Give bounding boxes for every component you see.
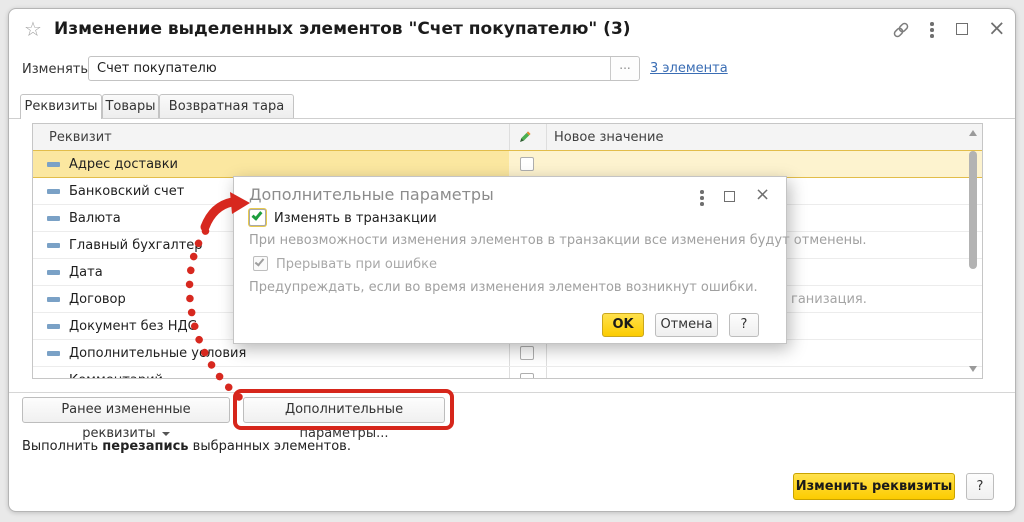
scroll-down-icon[interactable] xyxy=(969,366,977,372)
transaction-checkbox-label[interactable]: Изменять в транзакции xyxy=(274,211,437,226)
attribute-icon xyxy=(47,216,60,221)
favorite-star-icon[interactable]: ☆ xyxy=(24,17,42,41)
dialog-close-icon[interactable]: × xyxy=(755,186,770,204)
dialog-help-button[interactable]: ? xyxy=(729,313,759,337)
vertical-scrollbar[interactable] xyxy=(967,125,979,377)
attribute-icon xyxy=(47,189,60,194)
attribute-name: Банковский счет xyxy=(69,184,184,199)
attribute-icon xyxy=(47,324,60,329)
attribute-icon xyxy=(47,162,60,167)
maximize-icon[interactable] xyxy=(956,23,968,35)
table-row[interactable]: Комментарий xyxy=(33,367,982,379)
window-title: Изменение выделенных элементов "Счет пок… xyxy=(54,19,631,39)
abort-checkbox-label: Прерывать при ошибке xyxy=(276,257,437,272)
row-checkbox[interactable] xyxy=(520,373,534,379)
attribute-icon xyxy=(47,351,60,356)
attribute-icon xyxy=(47,297,60,302)
attribute-name: Комментарий xyxy=(69,373,163,379)
scrollbar-thumb[interactable] xyxy=(969,151,977,269)
link-icon[interactable] xyxy=(892,21,910,39)
tab-rekvizity[interactable]: Реквизиты xyxy=(20,94,102,119)
attribute-icon xyxy=(47,243,60,248)
dialog-ok-button[interactable]: OK xyxy=(602,313,644,337)
attribute-name: Дата xyxy=(69,265,103,280)
attribute-name: Дополнительные условия xyxy=(69,346,246,361)
check-icon xyxy=(251,209,262,221)
tab-panel-bottom-border xyxy=(9,392,1015,393)
partial-value-text: ганизация. xyxy=(791,292,867,307)
abort-hint: Предупреждать, если во время изменения э… xyxy=(249,280,758,295)
footer-note-bold: перезапись xyxy=(102,439,188,454)
dialog-cancel-button[interactable]: Отмена xyxy=(655,313,718,337)
tab-vozvratnaya-tara[interactable]: Возвратная тара xyxy=(159,94,294,118)
tabs-underline xyxy=(9,118,1015,119)
tab-tovary[interactable]: Товары xyxy=(102,94,159,118)
selected-elements-link[interactable]: 3 элемента xyxy=(650,61,728,76)
more-menu-icon[interactable] xyxy=(930,22,934,40)
change-field-value: Счет покупателю xyxy=(97,61,217,76)
chevron-down-icon xyxy=(162,432,170,436)
change-field-label: Изменять: xyxy=(22,62,92,77)
screen: ☆ Изменение выделенных элементов "Счет п… xyxy=(0,0,1024,522)
dialog-more-menu-icon[interactable] xyxy=(700,190,704,208)
attribute-name: Валюта xyxy=(69,211,121,226)
dialog-title: Дополнительные параметры xyxy=(249,185,494,204)
attribute-icon xyxy=(47,270,60,275)
footer-note-prefix: Выполнить xyxy=(22,439,102,454)
pencil-icon xyxy=(516,130,532,146)
scroll-up-icon[interactable] xyxy=(969,130,977,136)
help-button[interactable]: ? xyxy=(966,473,994,500)
table-row-selected[interactable]: Адрес доставки xyxy=(33,150,982,178)
column-header-new-value[interactable]: Новое значение xyxy=(554,130,663,145)
attribute-name: Адрес доставки xyxy=(69,157,178,172)
submit-button[interactable]: Изменить реквизиты xyxy=(793,473,955,500)
transaction-hint: При невозможности изменения элементов в … xyxy=(249,233,867,248)
table-header: Реквизит Новое значение xyxy=(33,124,982,151)
change-field[interactable]: Счет покупателю ... xyxy=(88,56,640,81)
transaction-checkbox[interactable] xyxy=(249,209,266,226)
table-row[interactable]: Дополнительные условия xyxy=(33,340,982,367)
attribute-icon xyxy=(47,378,60,379)
dialog-maximize-icon[interactable] xyxy=(724,191,735,202)
attribute-name: Договор xyxy=(69,292,126,307)
choose-button[interactable]: ... xyxy=(610,57,639,80)
extra-params-dialog: Дополнительные параметры × Изменять в тр… xyxy=(233,176,787,344)
extra-params-button[interactable]: Дополнительные параметры... xyxy=(243,397,445,423)
check-icon xyxy=(255,256,265,266)
row-checkbox[interactable] xyxy=(520,346,534,360)
close-icon[interactable]: × xyxy=(988,18,1006,39)
column-header-attribute[interactable]: Реквизит xyxy=(49,130,112,145)
abort-checkbox xyxy=(253,256,268,271)
row-checkbox[interactable] xyxy=(520,157,534,171)
attribute-name: Главный бухгалтер xyxy=(69,238,203,253)
previously-changed-button[interactable]: Ранее измененные реквизиты xyxy=(22,397,230,423)
attribute-name: Документ без НДС xyxy=(69,319,197,334)
